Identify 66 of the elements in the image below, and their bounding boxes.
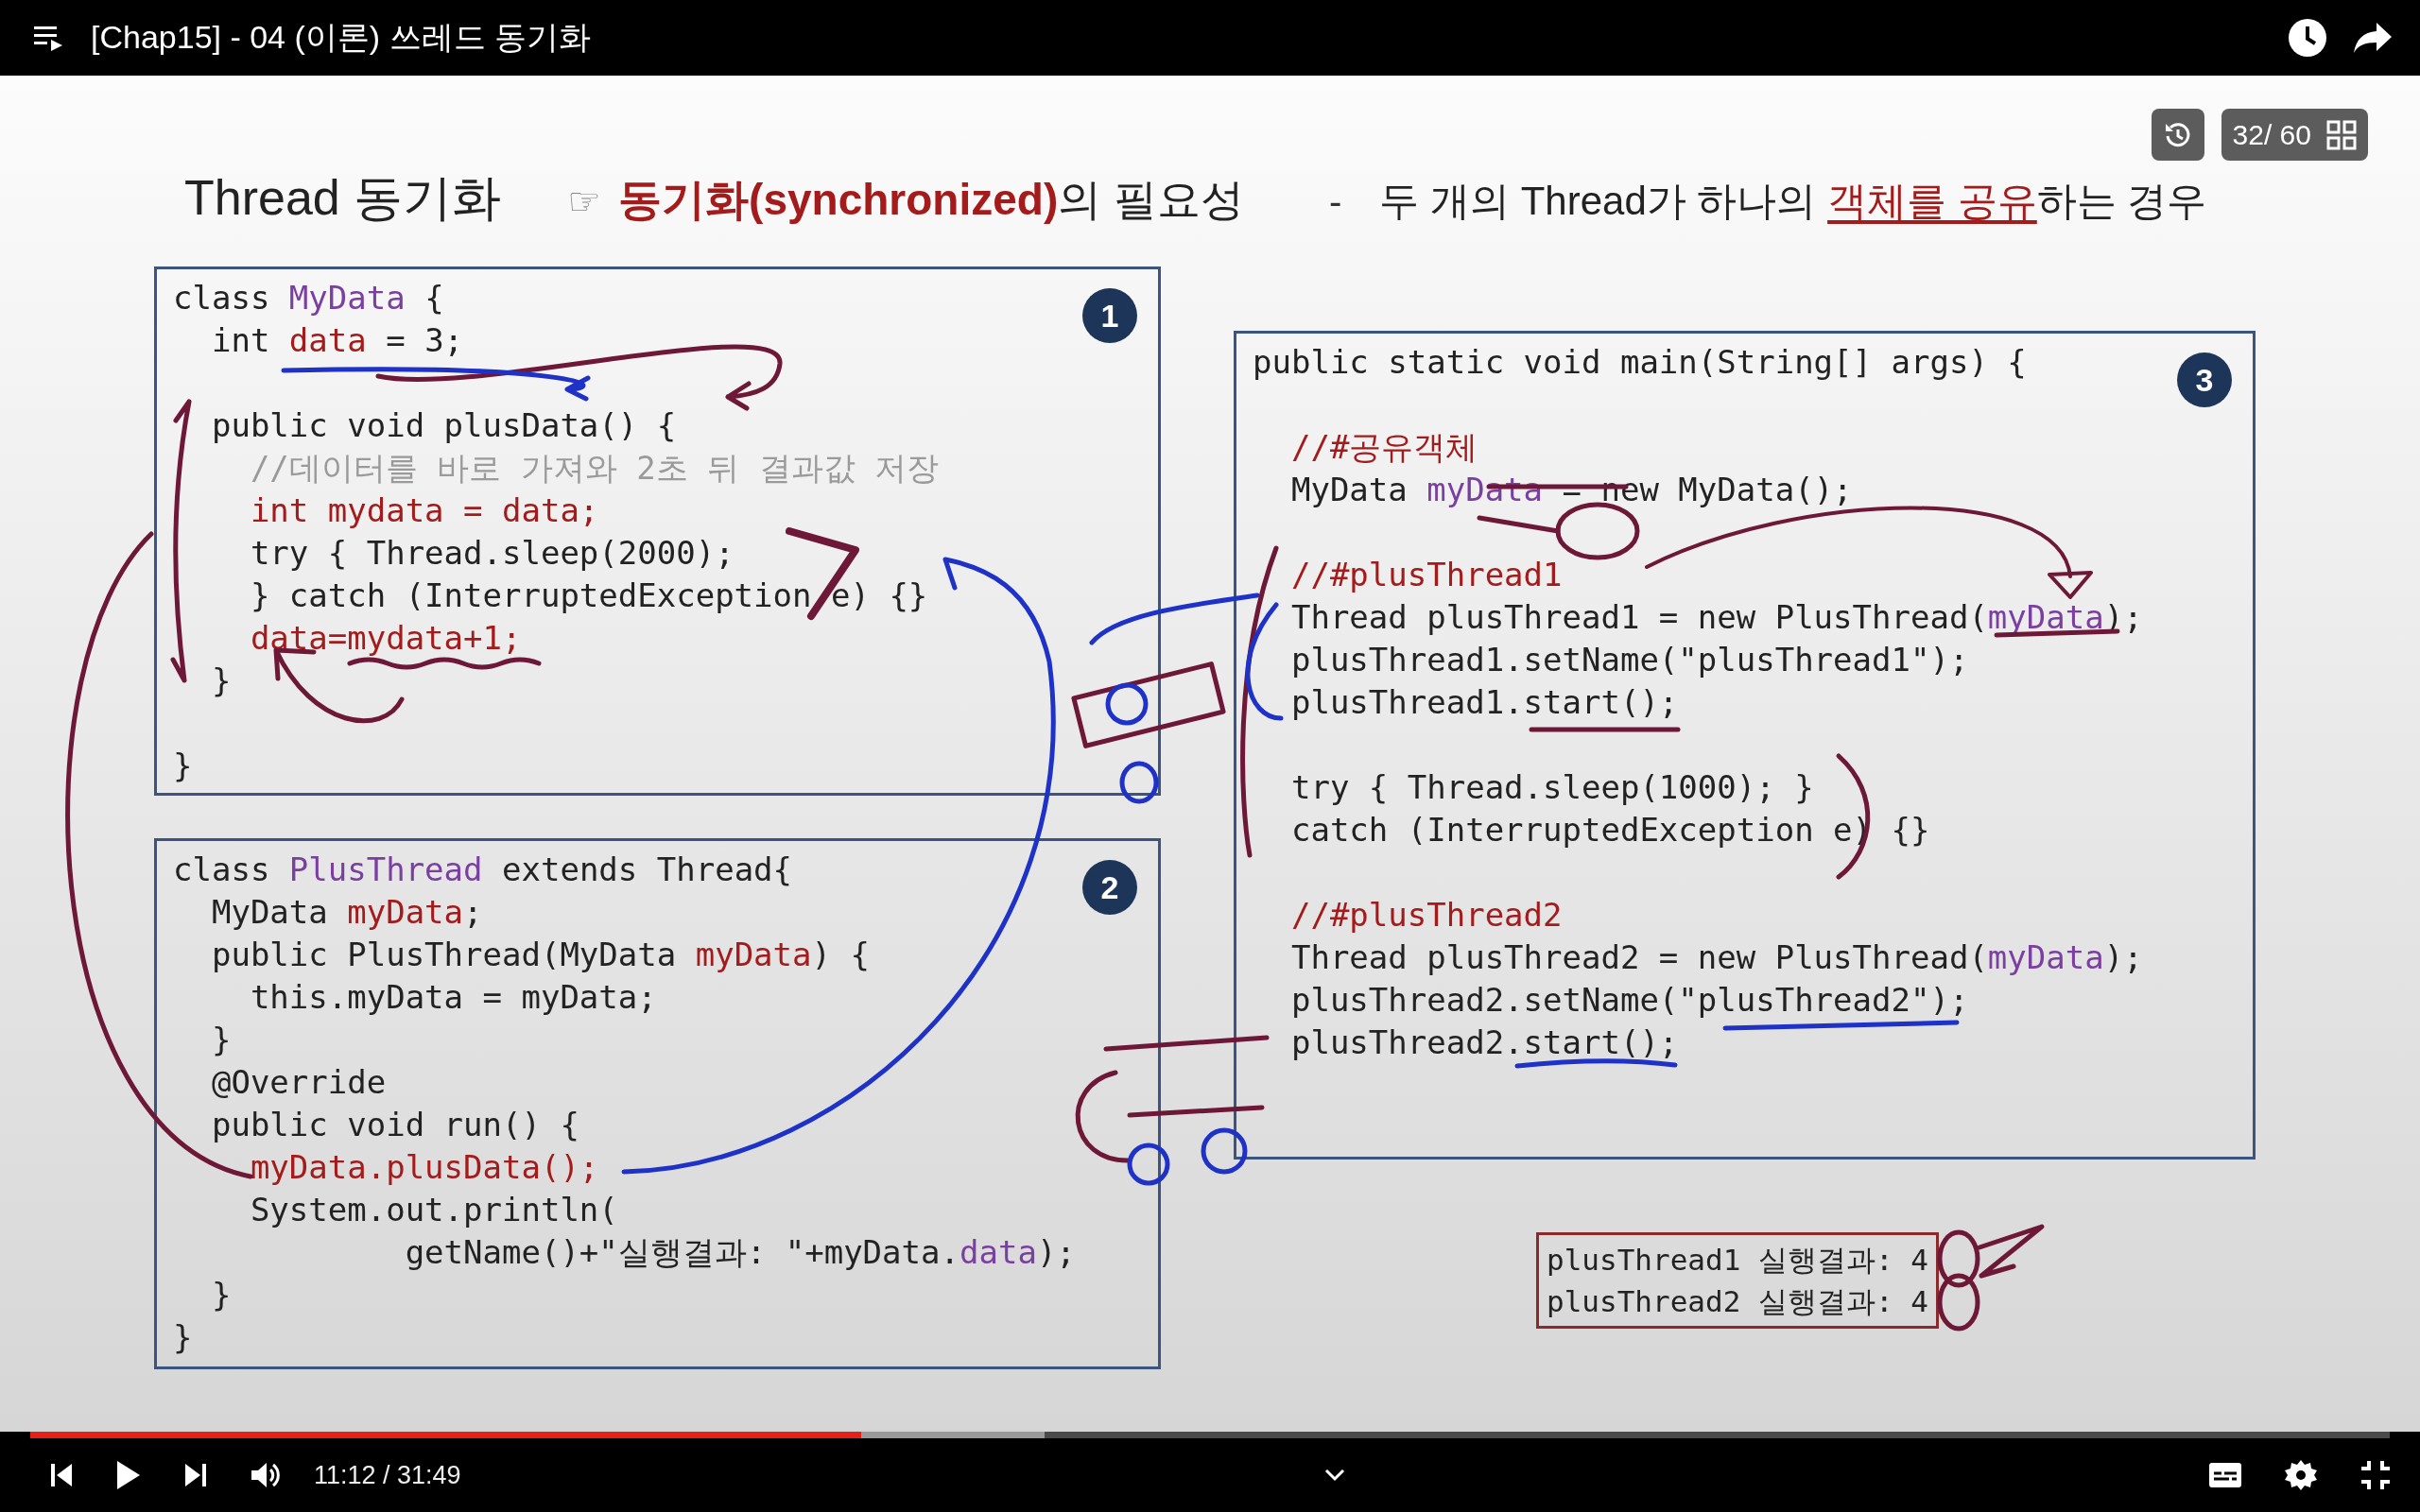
pen-circle [1201, 1127, 1248, 1175]
pen-stroke [1977, 1224, 2045, 1279]
code-line: public void plusData() { [210, 405, 677, 446]
code-line: try { Thread.sleep(2000); [249, 533, 735, 574]
code-line: int mydata = data; [249, 490, 599, 531]
code-line: } [210, 661, 232, 701]
replay-button[interactable] [2151, 109, 2204, 161]
code-line: //#공유객체 [1289, 427, 1478, 468]
output-line: plusThread1 실행결과: 4 [1547, 1242, 1928, 1279]
exit-fullscreen-icon[interactable] [2360, 1459, 2392, 1491]
slide-topic: 동기화(synchronized)의 필요성 [618, 174, 1244, 226]
code-line: public static void main(String[] args) { [1253, 342, 2027, 383]
progress-bar[interactable] [30, 1432, 2390, 1438]
code-line: try { Thread.sleep(1000); } [1289, 767, 1814, 808]
code-line: class PlusThread extends Thread{ [173, 850, 793, 890]
grid-icon [2326, 119, 2357, 150]
settings-icon[interactable] [2284, 1458, 2318, 1492]
code-line: int data = 3; [210, 320, 464, 361]
code-line: //데이터를 바로 가져와 2초 뒤 결과값 저장 [249, 448, 940, 489]
previous-icon[interactable] [49, 1462, 74, 1488]
volume-icon[interactable] [250, 1461, 282, 1489]
play-icon[interactable] [115, 1459, 142, 1491]
code-line: //#plusThread1 [1289, 555, 1563, 595]
slide-counter-button[interactable]: 32/ 60 [2221, 109, 2368, 161]
number-badge: 1 [1082, 288, 1137, 343]
code-line: } [173, 746, 193, 786]
pen-circle [1937, 1229, 1980, 1288]
slide-title: Thread 동기화 [184, 169, 502, 227]
chevron-down-icon[interactable] [1323, 1469, 1345, 1482]
code-line: plusThread2.setName("plusThread2"); [1289, 980, 1969, 1021]
code-line: Thread plusThread2 = new PlusThread(myData); [1289, 937, 2143, 978]
code-line: data=mydata+1; [249, 618, 522, 659]
share-icon[interactable] [2352, 21, 2394, 55]
pen-circle [1105, 682, 1149, 726]
code-line: class MyData { [173, 278, 444, 318]
code-line: } catch (InterruptedException e) {} [249, 576, 928, 616]
code-line: plusThread1.start(); [1289, 682, 1679, 723]
code-line: } [210, 1275, 232, 1315]
code-line: public PlusThread(MyData myData) { [210, 935, 870, 975]
pen-circle [1119, 761, 1159, 804]
code-line: plusThread2.start(); [1289, 1022, 1679, 1063]
video-title: [Chap15] - 04 (이론) 쓰레드 동기화 [91, 18, 592, 57]
time-display: 11:12 / 31:49 [314, 1460, 461, 1490]
dash-mark: - [1329, 180, 1342, 223]
code-line: plusThread1.setName("plusThread1"); [1289, 640, 1969, 680]
code-line: this.myData = myData; [249, 977, 657, 1018]
pen-circle [1937, 1273, 1980, 1332]
slide-note: 두 개의 Thread가 하나의 객체를 공유하는 경우 [1379, 178, 2207, 225]
subtitles-icon[interactable] [2208, 1462, 2242, 1488]
code-line: } [173, 1317, 193, 1358]
number-badge: 2 [1082, 860, 1137, 915]
code-line: public void run() { [210, 1105, 579, 1145]
code-line: getName()+"실행결과: "+myData.data); [404, 1232, 1076, 1273]
pen-circle [1127, 1143, 1170, 1186]
output-line: plusThread2 실행결과: 4 [1547, 1283, 1928, 1320]
pointing-hand-mark: ☞ [567, 180, 602, 223]
code-line: System.out.println( [249, 1190, 618, 1230]
next-icon[interactable] [183, 1462, 208, 1488]
number-badge: 3 [2177, 352, 2232, 407]
code-line: } [210, 1020, 232, 1060]
clock-icon[interactable] [2288, 18, 2327, 58]
code-line: @Override [210, 1062, 387, 1103]
code-line: catch (InterruptedException e) {} [1289, 810, 1930, 850]
code-line: myData.plusData(); [249, 1147, 599, 1188]
code-line: MyData myData; [210, 892, 483, 933]
code-line: //#plusThread2 [1289, 895, 1563, 936]
